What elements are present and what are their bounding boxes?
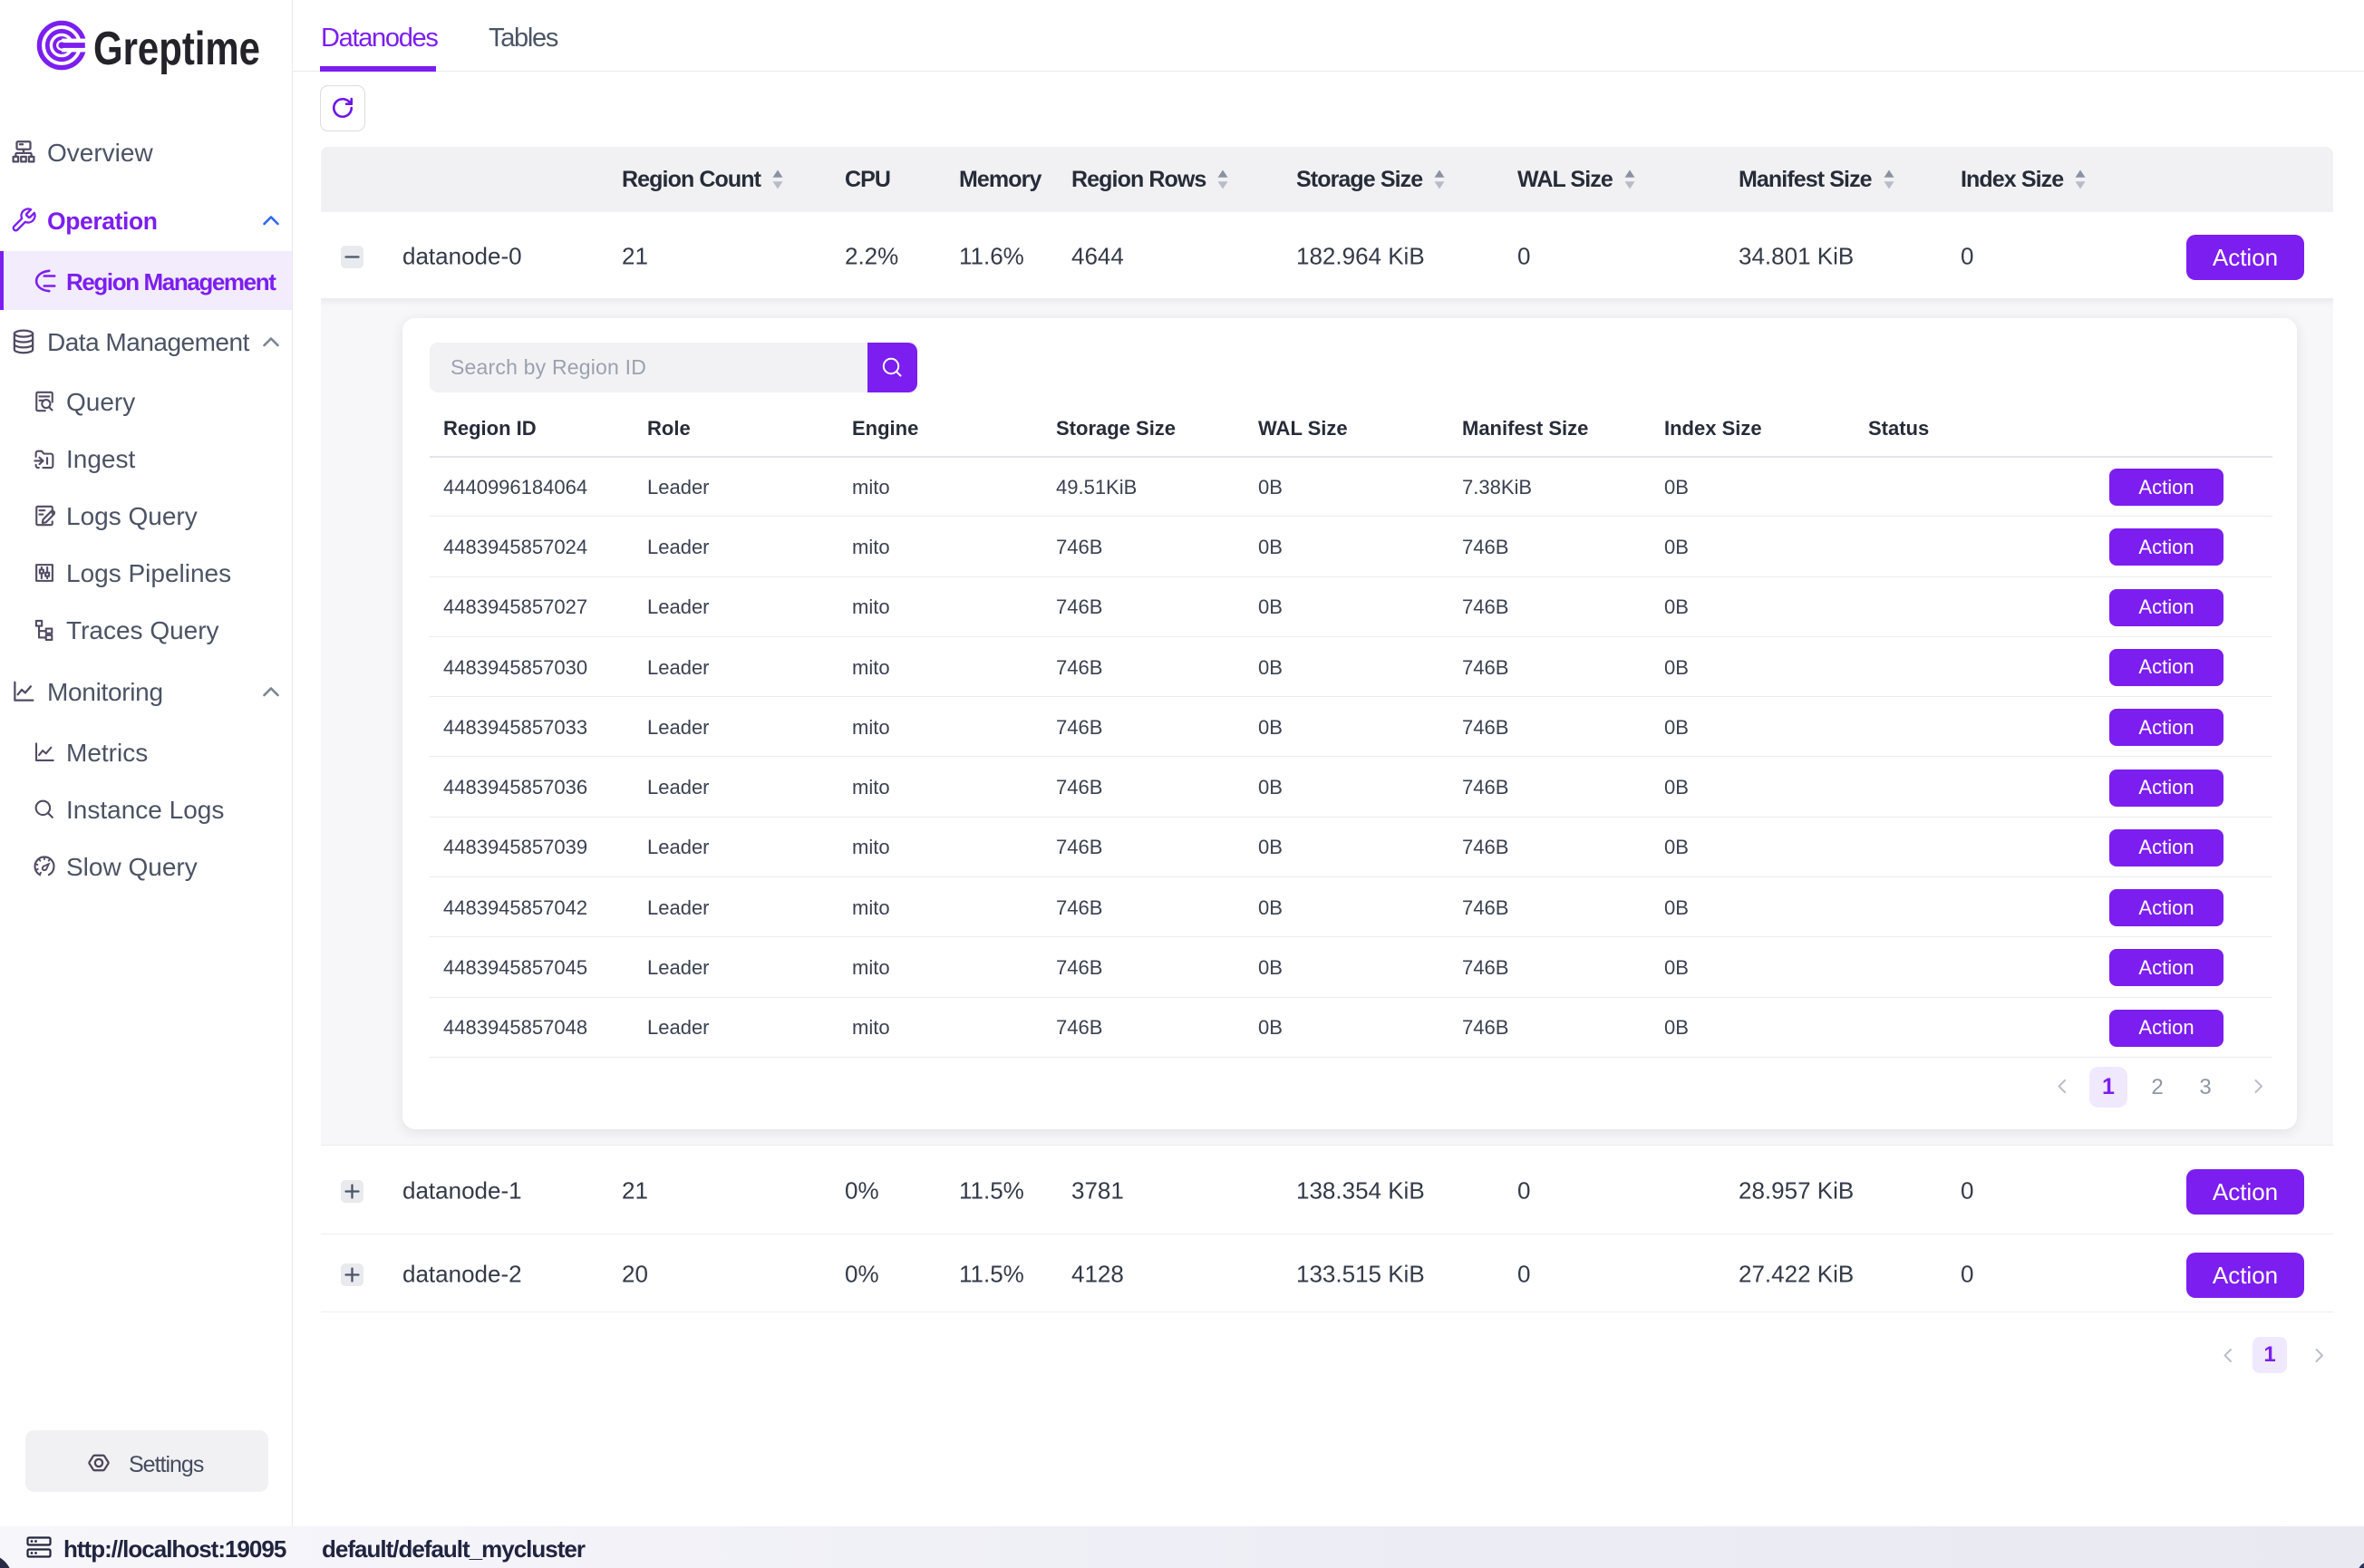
svg-text:Greptime: Greptime xyxy=(93,23,260,74)
